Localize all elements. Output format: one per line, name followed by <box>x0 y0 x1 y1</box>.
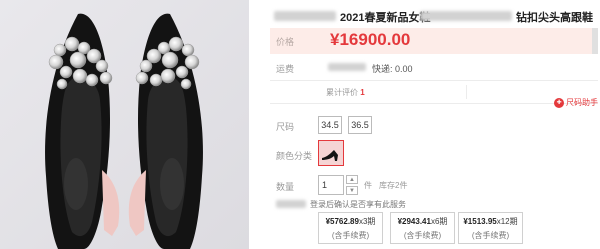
quantity-decrease-button[interactable]: ▼ <box>346 186 358 195</box>
size-option-36-5[interactable]: 36.5 <box>348 116 372 134</box>
installment-plan-6[interactable]: ¥2943.41x6期 (含手续费) <box>390 212 455 244</box>
quantity-unit: 件 <box>364 181 372 190</box>
price-box: 价格 ¥16900.00 <box>270 28 598 54</box>
product-title-part1: 2021春夏新品女鞋 <box>340 12 431 24</box>
installment-plan-12[interactable]: ¥1513.95x12期 (含手续费) <box>458 212 523 244</box>
ruler-icon: ✚ <box>554 97 564 108</box>
price-value: ¥16900.00 <box>330 30 411 49</box>
review-summary[interactable]: 累计评价 1 <box>326 87 365 98</box>
stock-count: 库存2件 <box>379 181 408 190</box>
plan-fee: (含手续费) <box>403 231 442 240</box>
shipping-label: 运费 <box>276 64 295 74</box>
blurred-location <box>328 63 366 71</box>
size-label: 尺码 <box>276 122 295 132</box>
quantity-input[interactable]: 1 <box>318 175 344 195</box>
product-title-part2: 钻扣尖头高跟鞋 <box>516 12 593 24</box>
color-label: 颜色分类 <box>276 151 313 161</box>
review-count: 1 <box>360 88 365 97</box>
installment-login-hint[interactable]: 登录后确认是否享有此服务 <box>310 199 406 210</box>
plan-amount: ¥5762.89 <box>325 217 359 226</box>
installment-plan-3[interactable]: ¥5762.89x3期 (含手续费) <box>318 212 383 244</box>
plan-term: x6期 <box>430 217 448 226</box>
product-detail-panel: 2021春夏新品女鞋 钻扣尖头高跟鞋 价格 ¥16900.00 运费 快递: 0… <box>262 0 600 249</box>
blurred-label <box>276 200 306 208</box>
shipping-fee: 快递: 0.00 <box>372 64 413 74</box>
plan-term: x12期 <box>496 217 518 226</box>
plan-amount: ¥2943.41 <box>397 217 431 226</box>
size-option-34-5[interactable]: 34.5 <box>318 116 342 134</box>
product-image[interactable] <box>0 0 249 249</box>
plan-fee: (含手续费) <box>331 231 370 240</box>
divider <box>466 85 467 99</box>
plan-amount: ¥1513.95 <box>463 217 497 226</box>
blurred-brand <box>274 11 336 21</box>
review-label: 累计评价 <box>326 88 358 97</box>
quantity-label: 数量 <box>276 182 295 192</box>
size-helper-label: 尺码助手 <box>566 98 598 107</box>
quantity-increase-button[interactable]: ▲ <box>346 175 358 184</box>
review-row: 累计评价 1 ✚ 尺码助手 <box>270 80 598 108</box>
scrollbar[interactable] <box>592 28 598 54</box>
price-label: 价格 <box>276 37 295 47</box>
color-swatch-black[interactable] <box>318 140 344 166</box>
blurred-model <box>420 11 512 21</box>
product-title: 2021春夏新品女鞋 钻扣尖头高跟鞋 <box>262 8 600 24</box>
plan-fee: (含手续费) <box>471 231 510 240</box>
plan-term: x3期 <box>358 217 376 226</box>
shipping-row: 运费 快递: 0.00 <box>270 60 598 74</box>
size-helper-button[interactable]: ✚ 尺码助手 <box>554 97 598 108</box>
